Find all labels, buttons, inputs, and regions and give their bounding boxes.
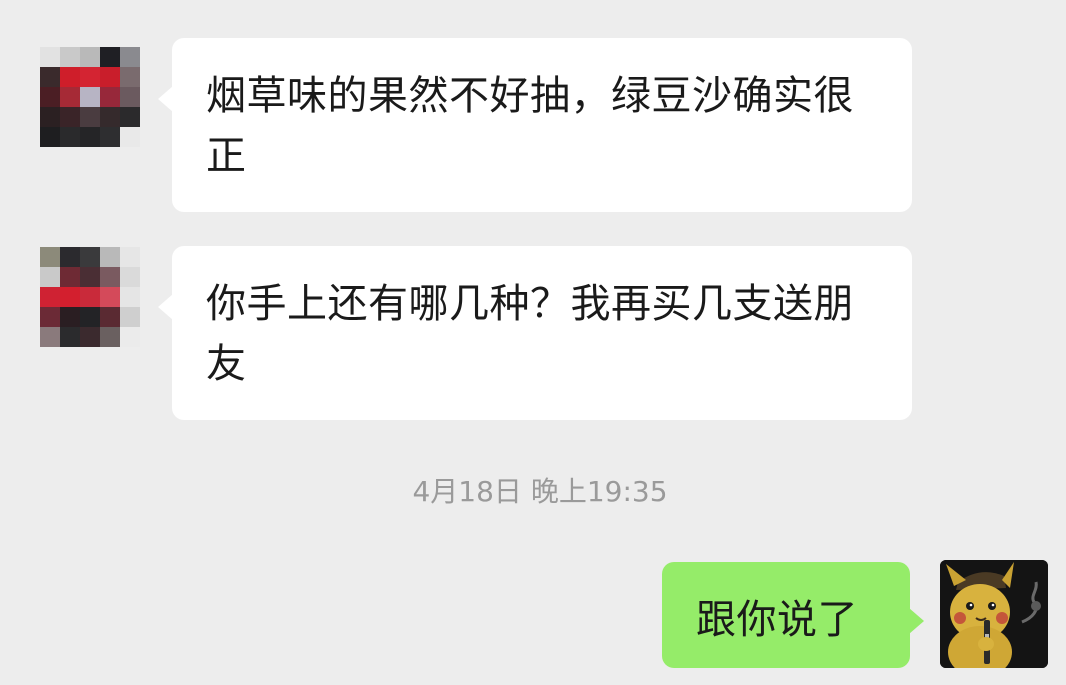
avatar[interactable] xyxy=(40,247,140,347)
avatar[interactable] xyxy=(40,47,140,147)
message-bubble-incoming-2[interactable]: 你手上还有哪几种？我再买几支送朋友 xyxy=(158,246,912,420)
message-text: 烟草味的果然不好抽，绿豆沙确实很正 xyxy=(206,73,854,179)
message-text: 跟你说了 xyxy=(696,597,858,643)
pixelated-avatar-2 xyxy=(40,247,140,347)
message-bubble-outgoing[interactable]: 跟你说了 xyxy=(662,562,924,668)
message-text: 你手上还有哪几种？我再买几支送朋友 xyxy=(206,281,854,387)
avatar[interactable] xyxy=(940,560,1048,668)
pikachu-detective-avatar xyxy=(940,560,1048,668)
chat-window: 烟草味的果然不好抽，绿豆沙确实很正 你手上还有哪几种？我再买几支送朋友 4月18… xyxy=(0,0,1066,685)
message-bubble-incoming-1[interactable]: 烟草味的果然不好抽，绿豆沙确实很正 xyxy=(158,38,912,212)
message-timestamp: 4月18日 晚上19:35 xyxy=(412,475,668,508)
pixelated-avatar-1 xyxy=(40,47,140,147)
